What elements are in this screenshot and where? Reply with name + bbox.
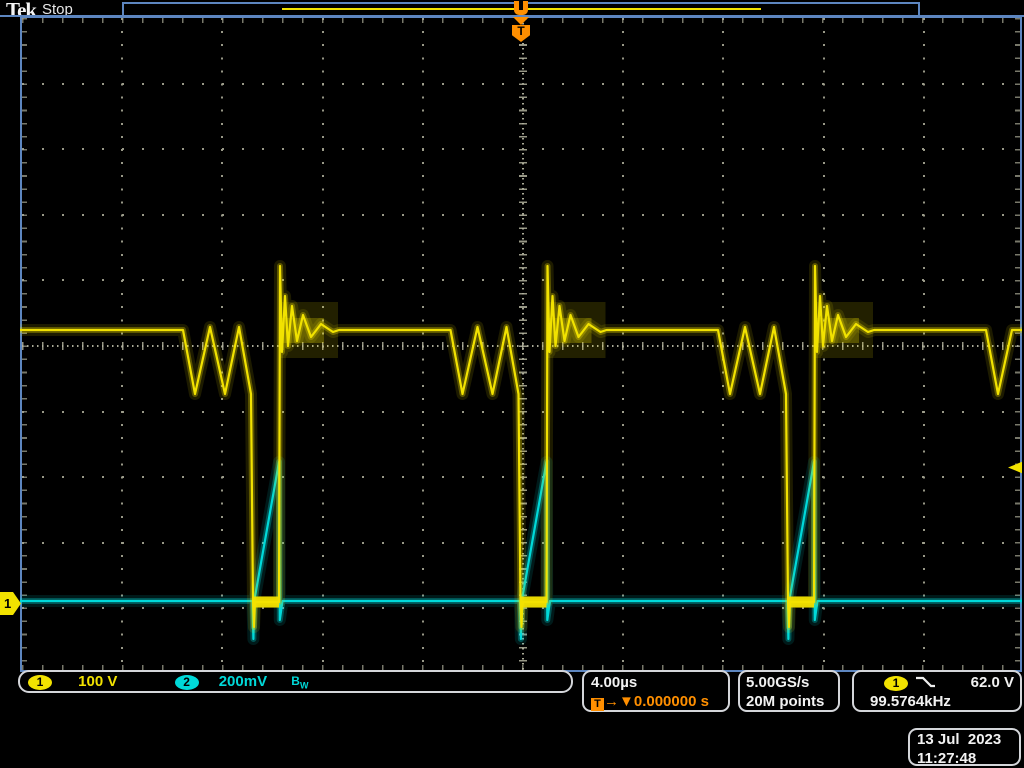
falling-edge-icon [914,675,936,689]
date-text: 13 Jul 2023 [917,730,1019,749]
trigger-delay-t-icon: T [591,698,604,711]
trigger-delay-readout: T→▼0.000000 s [591,692,728,711]
ch1-scale: 100 V [78,673,117,690]
acquisition-readout-box: 5.00GS/s 20M points [738,670,840,712]
trigger-level-value: 62.0 V [971,673,1014,692]
waveform-display [0,0,1024,768]
horizontal-readout-box: 4.00µs T→▼0.000000 s [582,670,730,712]
trigger-source-badge: 1 [884,676,908,691]
record-length: 20M points [746,692,838,711]
channel-readout-box: 1 100 V 2 200mV BW [18,670,573,693]
trigger-frequency: 99.5764kHz [860,692,1014,711]
trigger-readout-box: 1 62.0 V 99.5764kHz [852,670,1022,712]
sample-rate: 5.00GS/s [746,673,838,692]
ch2-badge: 2 [175,675,199,690]
trigger-delay-value: 0.000000 s [634,693,709,710]
datetime-box: 13 Jul 2023 11:27:48 [908,728,1021,766]
bandwidth-limit-indicator: BW [291,674,308,688]
time-text: 11:27:48 [917,749,1019,768]
ch2-scale: 200mV [219,673,267,690]
marker-icon: ▼ [619,693,634,710]
horizontal-scale: 4.00µs [591,673,728,692]
ch1-badge: 1 [28,675,52,690]
arrow-icon: → [604,693,619,710]
